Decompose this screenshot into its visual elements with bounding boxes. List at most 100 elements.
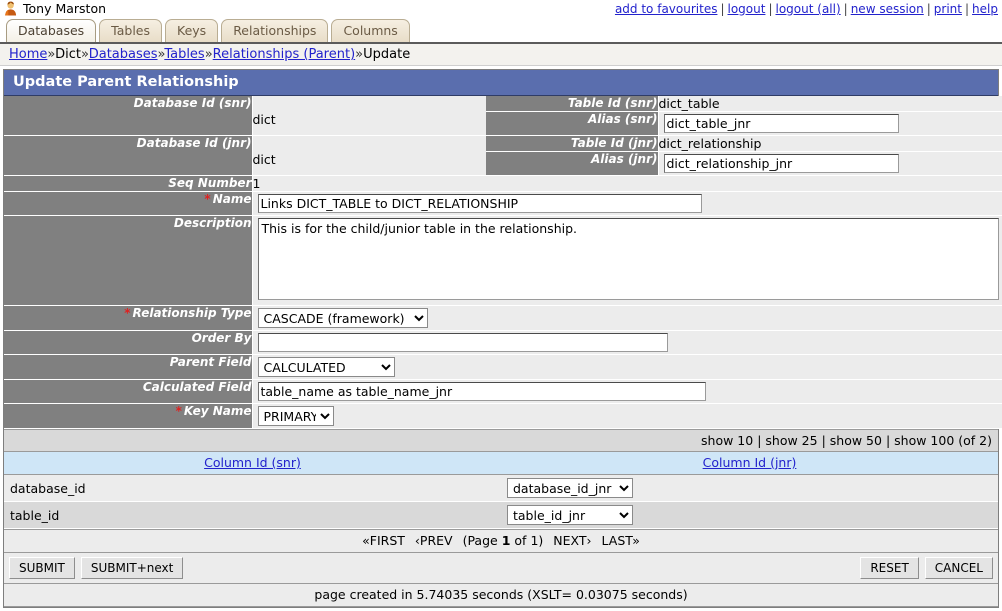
parent-field-select[interactable]: CALCULATED [258, 357, 395, 377]
cell-column-id-snr: table_id [4, 502, 501, 529]
label-order-by: Order By [4, 331, 252, 355]
column-header-jnr-link[interactable]: Column Id (jnr) [703, 455, 797, 470]
record-total: (of 2) [958, 433, 992, 448]
label-calculated-field: Calculated Field [4, 380, 252, 404]
top-links: add to favourites|logout|logout (all)|ne… [615, 2, 998, 16]
form-row-key-name: *Key Name PRIMARY [4, 404, 1002, 429]
update-form: Database Id (snr) dict Table Id (snr) di… [4, 96, 1002, 429]
cell-key-name: PRIMARY [252, 404, 1002, 429]
cell-description: This is for the child/junior table in th… [252, 216, 1002, 306]
tab-tables[interactable]: Tables [99, 19, 162, 42]
page-navigation: «FIRST ‹PREV (Page 1 of 1) NEXT› LAST» [4, 529, 998, 552]
tab-databases[interactable]: Databases [6, 19, 96, 42]
breadcrumb-item-home[interactable]: Home [9, 47, 47, 62]
new-session-link[interactable]: new session [851, 2, 924, 16]
column-header-snr-link[interactable]: Column Id (snr) [204, 455, 301, 470]
button-bar: SUBMIT SUBMIT+next RESET CANCEL [4, 552, 998, 584]
first-page-link[interactable]: «FIRST [362, 533, 405, 548]
breadcrumb-item-dict: Dict [55, 47, 81, 62]
show-count-bar: show 10 | show 25 | show 50 | show 100 (… [4, 429, 998, 452]
breadcrumb-separator: » [81, 47, 89, 62]
submit-button[interactable]: SUBMIT [9, 557, 75, 579]
show-25-option[interactable]: show 25 [765, 433, 817, 448]
name-input[interactable] [258, 194, 702, 213]
show-100-option[interactable]: show 100 [894, 433, 954, 448]
label-table-id-snr: Table Id (snr) [486, 96, 658, 112]
top-bar: Tony Marston add to favourites|logout|lo… [0, 0, 1002, 19]
description-textarea[interactable]: This is for the child/junior table in th… [258, 218, 999, 300]
alias-jnr-input[interactable] [664, 154, 899, 173]
cell-relationship-type: CASCADE (framework) [252, 306, 1002, 331]
user-block: Tony Marston [4, 1, 106, 16]
key-name-select[interactable]: PRIMARY [258, 406, 334, 426]
form-row-calculated-field: Calculated Field [4, 380, 1002, 404]
breadcrumb-item-update: Update [363, 47, 410, 62]
relationship-type-select[interactable]: CASCADE (framework) [258, 308, 428, 328]
tab-columns[interactable]: Columns [331, 19, 409, 42]
cell-alias-jnr [658, 152, 1002, 176]
add-to-favourites-link[interactable]: add to favourites [615, 2, 718, 16]
column-header-jnr: Column Id (jnr) [501, 452, 998, 475]
show-separator: | [886, 433, 890, 448]
breadcrumb-item-relationships-parent[interactable]: Relationships (Parent) [213, 47, 355, 62]
form-row-order-by: Order By [4, 331, 1002, 355]
label-database-id-snr: Database Id (snr) [4, 96, 252, 136]
form-row-description: Description This is for the child/junior… [4, 216, 1002, 306]
value-database-id-snr: dict [252, 96, 486, 136]
prev-page-link[interactable]: ‹PREV [415, 533, 453, 548]
form-row-seq-number: Seq Number 1 [4, 176, 1002, 192]
cancel-button[interactable]: CANCEL [925, 557, 993, 579]
alias-snr-input[interactable] [664, 114, 899, 133]
reset-button[interactable]: RESET [860, 557, 918, 579]
logout-all-link[interactable]: logout (all) [776, 2, 841, 16]
label-relationship-type: *Relationship Type [4, 306, 252, 331]
show-10-option[interactable]: show 10 [701, 433, 753, 448]
column-header-snr: Column Id (snr) [4, 452, 501, 475]
cell-calculated-field [252, 380, 1002, 404]
next-page-link[interactable]: NEXT› [553, 533, 591, 548]
label-database-id-jnr: Database Id (jnr) [4, 136, 252, 176]
column-mapping-table: Column Id (snr) Column Id (jnr) database… [4, 452, 998, 529]
form-row-parent-field: Parent Field CALCULATED [4, 355, 1002, 380]
cell-alias-snr [658, 112, 1002, 136]
logout-link[interactable]: logout [728, 2, 766, 16]
breadcrumb-item-tables[interactable]: Tables [164, 47, 204, 62]
page-indicator: (Page 1 of 1) [463, 533, 544, 548]
required-marker: * [176, 404, 182, 418]
breadcrumb: Home»Dict»Databases»Tables»Relationships… [0, 44, 1002, 66]
label-key-name: *Key Name [4, 404, 252, 429]
value-seq-number: 1 [252, 176, 1002, 192]
link-separator: | [965, 2, 969, 16]
cell-column-id-snr: database_id [4, 475, 501, 502]
label-seq-number: Seq Number [4, 176, 252, 192]
show-50-option[interactable]: show 50 [830, 433, 882, 448]
calculated-field-input[interactable] [258, 382, 706, 401]
cell-column-id-jnr: table_id_jnr [501, 502, 998, 529]
link-separator: | [720, 2, 724, 16]
value-table-id-snr: dict_table [658, 96, 1002, 112]
form-row-name: *Name [4, 192, 1002, 216]
main-frame: Update Parent Relationship Database Id (… [3, 69, 999, 608]
print-link[interactable]: print [934, 2, 962, 16]
breadcrumb-item-databases[interactable]: Databases [89, 47, 158, 62]
form-row-database-id-snr: Database Id (snr) dict Table Id (snr) di… [4, 96, 1002, 112]
column-id-jnr-select-row2[interactable]: table_id_jnr [507, 505, 633, 525]
submit-next-button[interactable]: SUBMIT+next [81, 557, 184, 579]
help-link[interactable]: help [972, 2, 998, 16]
table-row: table_id table_id_jnr [4, 502, 998, 529]
tab-bar: DatabasesTablesKeysRelationshipsColumns [0, 19, 1002, 44]
order-by-input[interactable] [258, 333, 668, 352]
tab-relationships[interactable]: Relationships [221, 19, 328, 42]
value-table-id-jnr: dict_relationship [658, 136, 1002, 152]
cell-column-id-jnr: database_id_jnr [501, 475, 998, 502]
column-id-jnr-select-row1[interactable]: database_id_jnr [507, 478, 633, 498]
tab-keys[interactable]: Keys [165, 19, 218, 42]
form-row-database-id-jnr: Database Id (jnr) dict Table Id (jnr) di… [4, 136, 1002, 152]
last-page-link[interactable]: LAST» [602, 533, 640, 548]
required-marker: * [204, 192, 210, 206]
breadcrumb-separator: » [355, 47, 363, 62]
label-name: *Name [4, 192, 252, 216]
form-row-relationship-type: *Relationship Type CASCADE (framework) [4, 306, 1002, 331]
page-current: 1 [502, 533, 511, 548]
value-database-id-jnr: dict [252, 136, 486, 176]
